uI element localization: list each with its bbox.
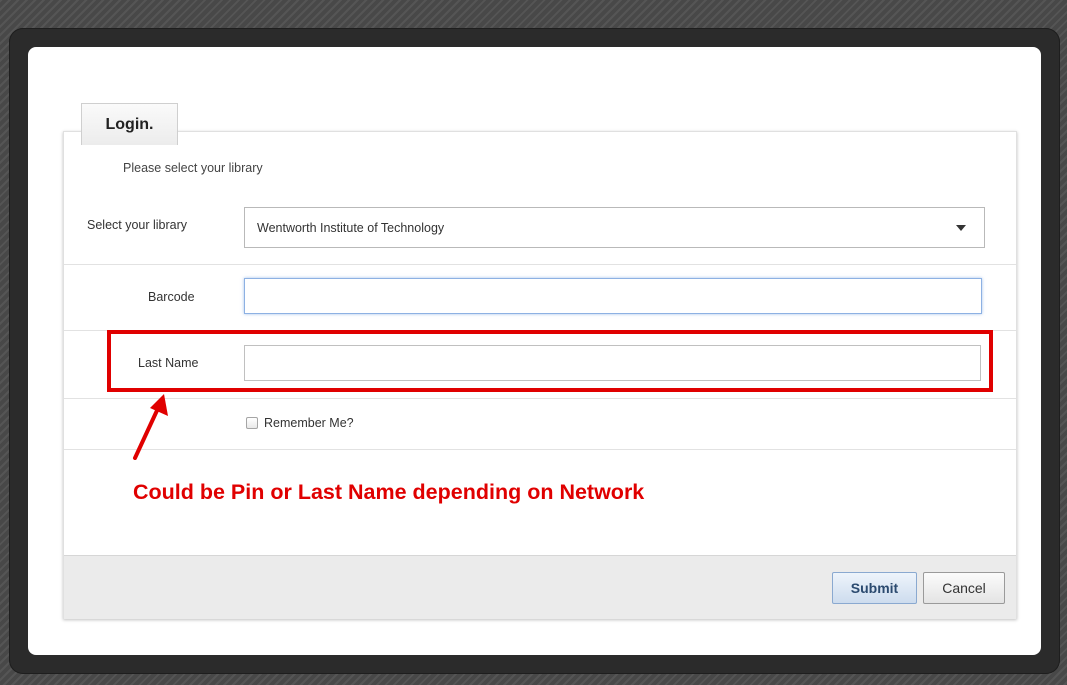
tab-login[interactable]: Login. — [81, 103, 178, 145]
cancel-button[interactable]: Cancel — [923, 572, 1005, 604]
barcode-label: Barcode — [148, 290, 195, 304]
last-name-label: Last Name — [138, 356, 199, 370]
form-subtitle: Please select your library — [123, 161, 263, 175]
annotation-text: Could be Pin or Last Name depending on N… — [133, 480, 645, 504]
barcode-input[interactable] — [244, 278, 982, 314]
last-name-input[interactable] — [244, 345, 981, 381]
divider — [64, 330, 1016, 331]
library-select-value: Wentworth Institute of Technology — [257, 221, 445, 235]
remember-me-checkbox[interactable] — [246, 417, 258, 429]
chevron-down-icon — [956, 225, 966, 231]
divider — [64, 449, 1016, 450]
library-select[interactable]: Wentworth Institute of Technology — [244, 207, 985, 248]
library-label: Select your library — [87, 218, 188, 232]
annotation-arrow-icon — [133, 394, 168, 460]
remember-me-label[interactable]: Remember Me? — [264, 416, 354, 430]
submit-button[interactable]: Submit — [832, 572, 917, 604]
divider — [64, 264, 1016, 265]
divider — [64, 398, 1016, 399]
